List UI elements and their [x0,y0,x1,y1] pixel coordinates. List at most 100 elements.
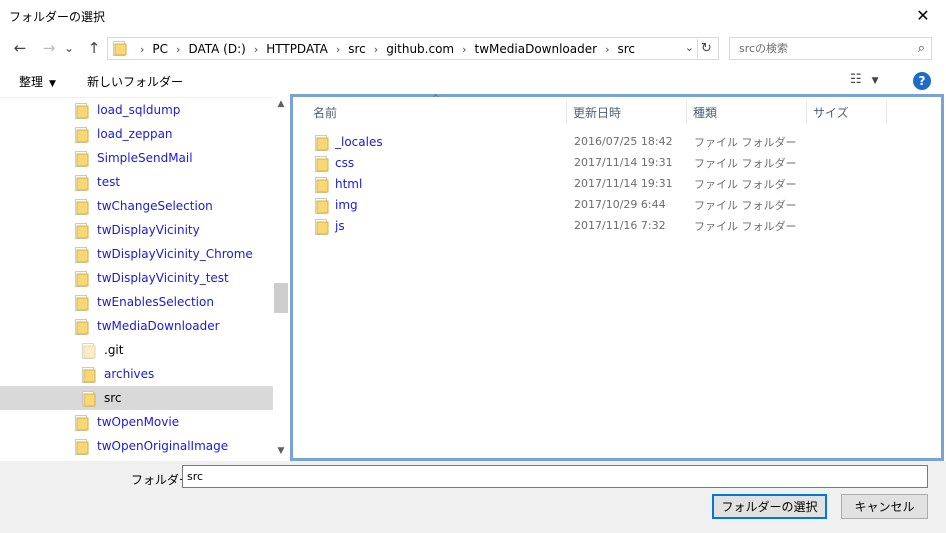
folder-icon [75,439,91,455]
column-header-name[interactable]: 名前 [307,102,567,124]
breadcrumb-separator-icon[interactable]: › [140,43,144,56]
back-arrow-icon[interactable]: ← [9,38,31,58]
folder-icon [75,295,91,311]
up-arrow-icon[interactable]: ↑ [83,38,105,58]
folder-icon [315,134,331,151]
navigation-bar: ← → ⌄ ↑ › PC › DATA (D:) › HTTPDATA › src › githu… [0,34,946,62]
file-name-cell: html [315,176,363,193]
tree-item[interactable]: test [0,170,273,194]
search-input[interactable] [730,38,910,59]
folder-icon [82,343,98,359]
close-icon[interactable]: ✕ [900,0,946,31]
cancel-button[interactable]: キャンセル [841,494,928,519]
breadcrumb-item[interactable]: DATA (D:) [188,42,245,56]
tree-item-label: src [104,391,122,405]
tree-item-label: twEnablesSelection [97,295,214,309]
file-date: 2016/07/25 18:42 [574,135,673,148]
details-view-icon: ☷ [850,72,862,87]
recent-locations-icon[interactable]: ⌄ [62,38,76,58]
tree-item[interactable]: twDisplayVicinity_test [0,266,273,290]
address-dropdown-icon[interactable]: ⌄ [685,41,694,54]
scroll-down-icon[interactable]: ▼ [273,446,289,456]
breadcrumb-item[interactable]: PC [152,42,168,56]
title-bar: フォルダーの選択 ✕ [0,0,946,31]
file-name: js [335,218,345,233]
new-folder-button[interactable]: 新しいフォルダー [87,73,183,90]
folder-icon [75,319,91,335]
search-icon[interactable]: ⌕ [918,41,925,56]
view-options-button[interactable]: ☷ ▼ [850,72,879,87]
file-name: _locales [335,134,383,149]
column-header-date[interactable]: 更新日時 [567,102,687,124]
folder-icon [75,223,91,239]
tree-item-label: twMediaDownloader [97,319,220,333]
file-name: img [335,197,358,212]
breadcrumb-separator-icon[interactable]: › [176,43,180,56]
tree-item-label: twOpenMovie [97,415,180,429]
folder-icon [75,247,91,263]
tree-item[interactable]: src [0,386,273,410]
file-row[interactable]: _locales 2016/07/25 18:42 ファイル フォルダー [315,131,915,152]
organize-button[interactable]: 整理 ▼ [19,73,56,90]
tree-item[interactable]: twChangeSelection [0,194,273,218]
file-row[interactable]: html 2017/11/14 19:31 ファイル フォルダー [315,173,915,194]
caret-down-icon: ▼ [871,76,879,86]
folder-icon [113,41,127,59]
tree-item[interactable]: twDisplayVicinity_Chrome [0,242,273,266]
scrollbar-thumb[interactable] [274,283,288,313]
breadcrumb-item[interactable]: twMediaDownloader [475,42,598,56]
tree-item[interactable]: archives [0,362,273,386]
refresh-icon[interactable]: ↻ [697,39,715,58]
breadcrumb-item[interactable]: HTTPDATA [266,42,328,56]
tree-item[interactable]: SimpleSendMail [0,146,273,170]
file-type: ファイル フォルダー [694,219,797,233]
tree-scrollbar[interactable]: ▲ ▼ [273,97,289,458]
tree-item[interactable]: twOpenMovie [0,410,273,434]
breadcrumb-item[interactable]: src [348,42,366,56]
breadcrumb-item[interactable]: src [617,42,635,56]
tree-item-label: .git [104,343,124,357]
search-box: ⌕ [729,37,932,60]
file-type: ファイル フォルダー [694,156,797,170]
tree-item-label: archives [104,367,155,381]
tree-item[interactable]: load_zeppan [0,122,273,146]
tree-item[interactable]: twDisplayVicinity [0,218,273,242]
tree-item[interactable]: twEnablesSelection [0,290,273,314]
column-header-size[interactable]: サイズ [807,102,887,124]
file-date: 2017/10/29 6:44 [574,198,666,211]
file-list-pane: ^ 名前 更新日時 種類 サイズ _locales 2016/07/25 18:4… [290,94,944,461]
file-row[interactable]: img 2017/10/29 6:44 ファイル フォルダー [315,194,915,215]
organize-label: 整理 [19,75,44,89]
column-header-type[interactable]: 種類 [687,102,807,124]
breadcrumb-separator-icon[interactable]: › [336,43,340,56]
tree-item-label: SimpleSendMail [97,151,193,165]
file-name: html [335,176,363,191]
folder-icon [75,103,91,119]
tree-item[interactable]: twMediaDownloader [0,314,273,338]
breadcrumb-separator-icon[interactable]: › [254,43,258,56]
file-name-cell: js [315,218,345,235]
breadcrumb-separator-icon[interactable]: › [374,43,378,56]
breadcrumb-separator-icon[interactable]: › [462,43,466,56]
folder-name-field[interactable]: src [182,465,928,488]
tree-item[interactable]: load_sqldump [0,98,273,122]
help-icon[interactable]: ? [913,72,931,90]
file-name-cell: _locales [315,134,383,151]
window-title: フォルダーの選択 [9,10,106,24]
tree-item[interactable]: .git [0,338,273,362]
breadcrumb-separator-icon[interactable]: › [605,43,609,56]
folder-icon [75,271,91,287]
file-row[interactable]: css 2017/11/14 19:31 ファイル フォルダー [315,152,915,173]
file-row[interactable]: js 2017/11/16 7:32 ファイル フォルダー [315,215,915,236]
breadcrumb: › PC › DATA (D:) › HTTPDATA › src › github.com › tw… [132,42,635,56]
select-folder-button[interactable]: フォルダーの選択 [712,494,827,519]
tree-item-label: twDisplayVicinity_test [97,271,229,285]
forward-arrow-icon[interactable]: → [38,38,60,58]
breadcrumb-item[interactable]: github.com [386,42,454,56]
tree-item[interactable]: twOpenOriginalImage [0,434,273,458]
scroll-up-icon[interactable]: ▲ [273,99,289,109]
file-name-cell: img [315,197,358,214]
address-bar[interactable]: › PC › DATA (D:) › HTTPDATA › src › github.com › tw… [107,37,719,60]
folder-icon [75,151,91,167]
tree-item-label: twDisplayVicinity [97,223,200,237]
